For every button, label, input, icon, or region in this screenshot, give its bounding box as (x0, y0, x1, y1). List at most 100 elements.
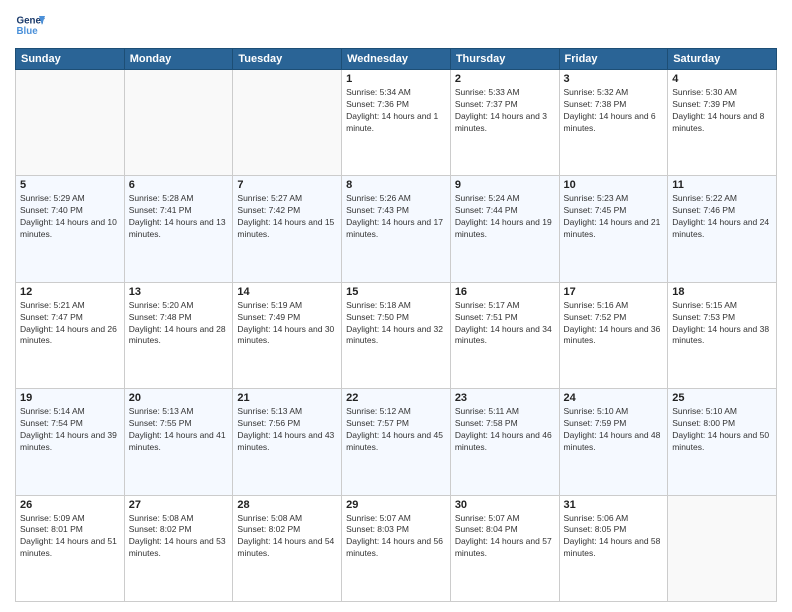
page: General Blue SundayMondayTuesdayWednesda… (0, 0, 792, 612)
day-info: Sunrise: 5:32 AMSunset: 7:38 PMDaylight:… (564, 87, 664, 135)
day-info: Sunrise: 5:33 AMSunset: 7:37 PMDaylight:… (455, 87, 555, 135)
weekday-header-wednesday: Wednesday (342, 49, 451, 70)
day-number: 5 (20, 179, 120, 191)
day-cell: 10Sunrise: 5:23 AMSunset: 7:45 PMDayligh… (559, 176, 668, 282)
day-number: 26 (20, 499, 120, 511)
day-cell: 9 Sunrise: 5:24 AMSunset: 7:44 PMDaylight… (450, 176, 559, 282)
day-info: Sunrise: 5:06 AMSunset: 8:05 PMDaylight:… (564, 513, 664, 561)
day-cell: 3 Sunrise: 5:32 AMSunset: 7:38 PMDaylight… (559, 70, 668, 176)
day-number: 15 (346, 286, 446, 298)
week-row-1: 1 Sunrise: 5:34 AMSunset: 7:36 PMDaylight… (16, 70, 777, 176)
day-number: 23 (455, 392, 555, 404)
day-number: 31 (564, 499, 664, 511)
day-info: Sunrise: 5:28 AMSunset: 7:41 PMDaylight:… (129, 193, 229, 241)
day-cell: 5 Sunrise: 5:29 AMSunset: 7:40 PMDaylight… (16, 176, 125, 282)
day-info: Sunrise: 5:27 AMSunset: 7:42 PMDaylight:… (237, 193, 337, 241)
day-info: Sunrise: 5:24 AMSunset: 7:44 PMDaylight:… (455, 193, 555, 241)
day-cell: 30 Sunrise: 5:07 AMSunset: 8:04 PMDayligh… (450, 495, 559, 601)
svg-text:Blue: Blue (17, 26, 39, 37)
day-cell: 26 Sunrise: 5:09 AMSunset: 8:01 PMDayligh… (16, 495, 125, 601)
day-number: 18 (672, 286, 772, 298)
weekday-header-friday: Friday (559, 49, 668, 70)
weekday-header-saturday: Saturday (668, 49, 777, 70)
day-info: Sunrise: 5:13 AMSunset: 7:56 PMDaylight:… (237, 406, 337, 454)
day-number: 11 (672, 179, 772, 191)
day-cell: 17 Sunrise: 5:16 AMSunset: 7:52 PMDayligh… (559, 282, 668, 388)
day-number: 24 (564, 392, 664, 404)
day-cell: 2 Sunrise: 5:33 AMSunset: 7:37 PMDaylight… (450, 70, 559, 176)
day-number: 13 (129, 286, 229, 298)
day-info: Sunrise: 5:11 AMSunset: 7:58 PMDaylight:… (455, 406, 555, 454)
day-cell: 23 Sunrise: 5:11 AMSunset: 7:58 PMDayligh… (450, 389, 559, 495)
week-row-3: 12 Sunrise: 5:21 AMSunset: 7:47 PMDayligh… (16, 282, 777, 388)
header: General Blue (15, 10, 777, 40)
day-number: 22 (346, 392, 446, 404)
day-number: 25 (672, 392, 772, 404)
day-info: Sunrise: 5:22 AMSunset: 7:46 PMDaylight:… (672, 193, 772, 241)
day-cell: 7 Sunrise: 5:27 AMSunset: 7:42 PMDaylight… (233, 176, 342, 282)
week-row-5: 26 Sunrise: 5:09 AMSunset: 8:01 PMDayligh… (16, 495, 777, 601)
day-cell: 21 Sunrise: 5:13 AMSunset: 7:56 PMDayligh… (233, 389, 342, 495)
day-info: Sunrise: 5:16 AMSunset: 7:52 PMDaylight:… (564, 300, 664, 348)
weekday-header-sunday: Sunday (16, 49, 125, 70)
day-cell: 24 Sunrise: 5:10 AMSunset: 7:59 PMDayligh… (559, 389, 668, 495)
day-cell: 25Sunrise: 5:10 AMSunset: 8:00 PMDayligh… (668, 389, 777, 495)
day-number: 4 (672, 73, 772, 85)
day-number: 17 (564, 286, 664, 298)
day-number: 20 (129, 392, 229, 404)
day-cell (668, 495, 777, 601)
day-cell: 15 Sunrise: 5:18 AMSunset: 7:50 PMDayligh… (342, 282, 451, 388)
day-number: 30 (455, 499, 555, 511)
day-cell (124, 70, 233, 176)
calendar-table: SundayMondayTuesdayWednesdayThursdayFrid… (15, 48, 777, 602)
day-info: Sunrise: 5:07 AMSunset: 8:04 PMDaylight:… (455, 513, 555, 561)
day-number: 1 (346, 73, 446, 85)
day-info: Sunrise: 5:08 AMSunset: 8:02 PMDaylight:… (237, 513, 337, 561)
day-cell: 6 Sunrise: 5:28 AMSunset: 7:41 PMDaylight… (124, 176, 233, 282)
day-number: 14 (237, 286, 337, 298)
day-info: Sunrise: 5:29 AMSunset: 7:40 PMDaylight:… (20, 193, 120, 241)
day-number: 6 (129, 179, 229, 191)
day-info: Sunrise: 5:18 AMSunset: 7:50 PMDaylight:… (346, 300, 446, 348)
day-cell: 12 Sunrise: 5:21 AMSunset: 7:47 PMDayligh… (16, 282, 125, 388)
day-info: Sunrise: 5:13 AMSunset: 7:55 PMDaylight:… (129, 406, 229, 454)
day-cell: 8Sunrise: 5:26 AMSunset: 7:43 PMDaylight… (342, 176, 451, 282)
day-info: Sunrise: 5:19 AMSunset: 7:49 PMDaylight:… (237, 300, 337, 348)
day-info: Sunrise: 5:08 AMSunset: 8:02 PMDaylight:… (129, 513, 229, 561)
day-cell: 4 Sunrise: 5:30 AMSunset: 7:39 PMDaylight… (668, 70, 777, 176)
day-number: 29 (346, 499, 446, 511)
day-info: Sunrise: 5:14 AMSunset: 7:54 PMDaylight:… (20, 406, 120, 454)
day-info: Sunrise: 5:17 AMSunset: 7:51 PMDaylight:… (455, 300, 555, 348)
day-cell: 13 Sunrise: 5:20 AMSunset: 7:48 PMDayligh… (124, 282, 233, 388)
weekday-header-row: SundayMondayTuesdayWednesdayThursdayFrid… (16, 49, 777, 70)
day-number: 7 (237, 179, 337, 191)
day-number: 16 (455, 286, 555, 298)
day-number: 9 (455, 179, 555, 191)
day-info: Sunrise: 5:09 AMSunset: 8:01 PMDaylight:… (20, 513, 120, 561)
day-cell: 19Sunrise: 5:14 AMSunset: 7:54 PMDayligh… (16, 389, 125, 495)
weekday-header-monday: Monday (124, 49, 233, 70)
day-number: 21 (237, 392, 337, 404)
day-cell: 28 Sunrise: 5:08 AMSunset: 8:02 PMDayligh… (233, 495, 342, 601)
day-number: 12 (20, 286, 120, 298)
day-info: Sunrise: 5:30 AMSunset: 7:39 PMDaylight:… (672, 87, 772, 135)
day-number: 3 (564, 73, 664, 85)
weekday-header-tuesday: Tuesday (233, 49, 342, 70)
day-number: 2 (455, 73, 555, 85)
day-number: 8 (346, 179, 446, 191)
day-cell: 22Sunrise: 5:12 AMSunset: 7:57 PMDayligh… (342, 389, 451, 495)
week-row-2: 5 Sunrise: 5:29 AMSunset: 7:40 PMDaylight… (16, 176, 777, 282)
day-cell: 20 Sunrise: 5:13 AMSunset: 7:55 PMDayligh… (124, 389, 233, 495)
day-number: 28 (237, 499, 337, 511)
day-cell (233, 70, 342, 176)
weekday-header-thursday: Thursday (450, 49, 559, 70)
day-cell: 27 Sunrise: 5:08 AMSunset: 8:02 PMDayligh… (124, 495, 233, 601)
day-cell: 18 Sunrise: 5:15 AMSunset: 7:53 PMDayligh… (668, 282, 777, 388)
day-info: Sunrise: 5:20 AMSunset: 7:48 PMDaylight:… (129, 300, 229, 348)
day-cell: 11 Sunrise: 5:22 AMSunset: 7:46 PMDayligh… (668, 176, 777, 282)
day-number: 27 (129, 499, 229, 511)
day-info: Sunrise: 5:15 AMSunset: 7:53 PMDaylight:… (672, 300, 772, 348)
day-info: Sunrise: 5:10 AMSunset: 7:59 PMDaylight:… (564, 406, 664, 454)
day-info: Sunrise: 5:21 AMSunset: 7:47 PMDaylight:… (20, 300, 120, 348)
day-info: Sunrise: 5:34 AMSunset: 7:36 PMDaylight:… (346, 87, 446, 135)
